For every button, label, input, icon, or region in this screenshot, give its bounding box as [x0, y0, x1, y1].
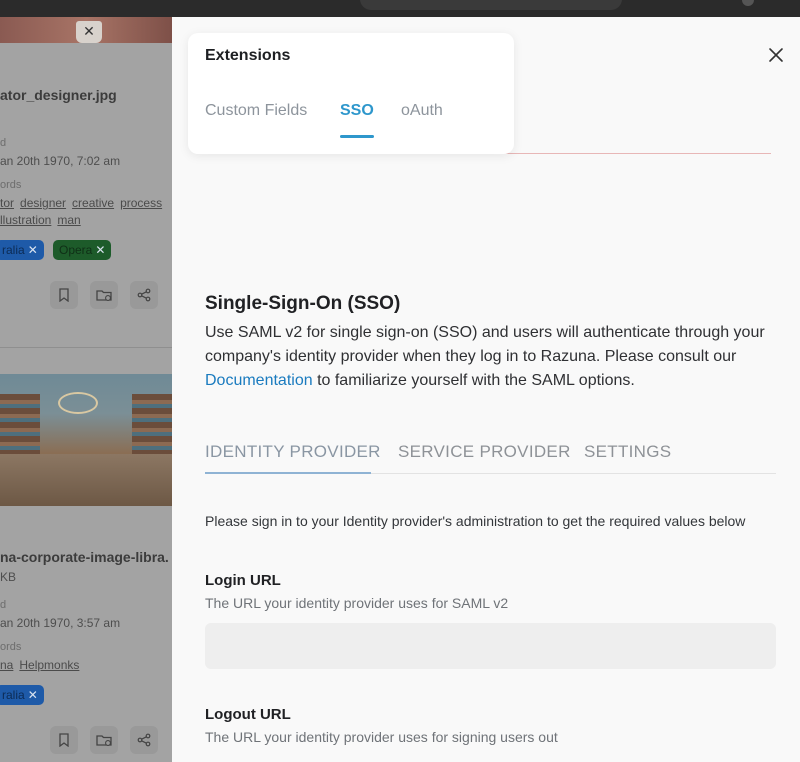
tab-custom-fields[interactable]: Custom Fields: [205, 102, 307, 120]
tag-remove-icon[interactable]: ✕: [28, 688, 38, 702]
folder-add-icon[interactable]: [90, 281, 118, 309]
documentation-link[interactable]: Documentation: [205, 372, 313, 389]
sso-desc-text-end: to familiarize yourself with the SAML op…: [312, 372, 635, 389]
keyword-link[interactable]: man: [57, 213, 80, 227]
identity-provider-instructions: Please sign in to your Identity provider…: [205, 513, 746, 529]
tag-label: ralia: [2, 688, 25, 702]
login-url-input[interactable]: [205, 623, 776, 669]
tag-remove-icon[interactable]: ✕: [28, 243, 38, 257]
bookmark-icon[interactable]: [50, 281, 78, 309]
logout-url-label: Logout URL: [205, 706, 291, 723]
keyword-link[interactable]: tor: [0, 196, 14, 210]
login-url-help: The URL your identity provider uses for …: [205, 595, 509, 611]
asset-meta-label: d: [0, 137, 7, 149]
avatar[interactable]: [742, 0, 754, 6]
bookmark-icon[interactable]: [50, 726, 78, 754]
sso-description: Use SAML v2 for single sign-on (SSO) and…: [205, 321, 770, 393]
sso-desc-text: Use SAML v2 for single sign-on (SSO) and…: [205, 324, 765, 365]
popup-title: Extensions: [205, 47, 291, 64]
mug-thumbnail-icon: ✕: [76, 21, 102, 43]
share-icon[interactable]: [130, 281, 158, 309]
asset-meta-label: d: [0, 599, 7, 611]
asset-tag[interactable]: ralia ✕: [0, 685, 44, 705]
asset-keywords: tor designer creative process: [0, 196, 168, 210]
sso-heading: Single-Sign-On (SSO): [205, 293, 401, 314]
extensions-tab-popup: Extensions Custom Fields SSO oAuth: [188, 33, 514, 154]
tag-label: ralia: [2, 243, 25, 257]
top-bar: [0, 0, 800, 17]
keyword-link[interactable]: designer: [20, 196, 66, 210]
asset-thumbnail: ✕: [0, 17, 172, 43]
tab-settings[interactable]: SETTINGS: [584, 442, 671, 462]
logout-url-help: The URL your identity provider uses for …: [205, 729, 558, 745]
asset-keywords-row2: llustration man: [0, 213, 87, 227]
tab-oauth[interactable]: oAuth: [401, 102, 443, 120]
login-url-label: Login URL: [205, 572, 281, 589]
active-tab-indicator: [205, 472, 371, 474]
keyword-link[interactable]: process: [120, 196, 162, 210]
keyword-link[interactable]: llustration: [0, 213, 51, 227]
keyword-link[interactable]: creative: [72, 196, 114, 210]
share-icon[interactable]: [130, 726, 158, 754]
keyword-link[interactable]: Helpmonks: [19, 658, 79, 672]
asset-date: an 20th 1970, 3:57 am: [0, 616, 121, 630]
tab-identity-provider[interactable]: IDENTITY PROVIDER: [205, 442, 381, 462]
asset-filename[interactable]: na-corporate-image-libra.: [0, 549, 169, 565]
background-asset-list: ✕ ator_designer.jpg d an 20th 1970, 7:02…: [0, 17, 172, 762]
close-icon[interactable]: [766, 45, 786, 65]
asset-thumbnail[interactable]: [0, 374, 172, 506]
tag-remove-icon[interactable]: ✕: [95, 243, 105, 257]
tab-service-provider[interactable]: SERVICE PROVIDER: [398, 442, 571, 462]
address-bar[interactable]: [360, 0, 622, 10]
card-divider: [0, 347, 172, 348]
asset-keywords-label: ords: [0, 641, 22, 653]
asset-tag[interactable]: ralia ✕: [0, 240, 44, 260]
active-tab-indicator: [340, 135, 374, 138]
asset-size: KB: [0, 570, 17, 584]
sso-subtabs: IDENTITY PROVIDER SERVICE PROVIDER SETTI…: [205, 442, 776, 474]
tab-sso[interactable]: SSO: [340, 102, 374, 120]
asset-tag[interactable]: Opera ✕: [53, 240, 112, 260]
tag-label: Opera: [59, 243, 93, 257]
asset-keywords: na Helpmonks: [0, 658, 85, 672]
asset-filename[interactable]: ator_designer.jpg: [0, 87, 117, 103]
asset-keywords-label: ords: [0, 179, 22, 191]
asset-date: an 20th 1970, 7:02 am: [0, 154, 121, 168]
keyword-link[interactable]: na: [0, 658, 13, 672]
folder-add-icon[interactable]: [90, 726, 118, 754]
